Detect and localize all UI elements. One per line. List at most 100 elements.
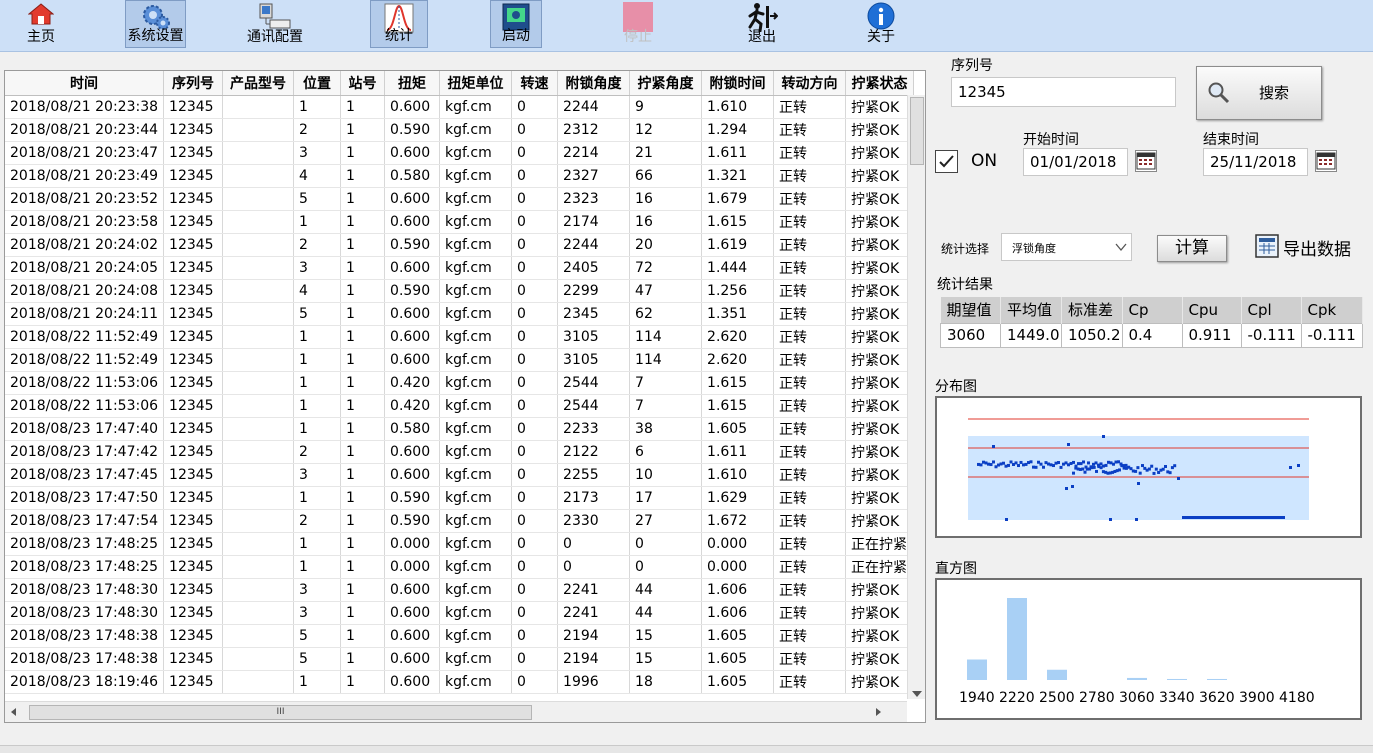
table-row[interactable]: 2018/08/22 11:53:06 12345 1 1 0.420 kgf.cm 0 25… bbox=[5, 371, 915, 395]
table-cell: 正转 bbox=[773, 624, 847, 648]
scroll-right-arrow-icon[interactable] bbox=[876, 708, 881, 716]
table-row[interactable]: 2018/08/21 20:23:44 12345 2 1 0.590 kgf.cm 0 23… bbox=[5, 118, 915, 142]
serial-number-label: 序列号 bbox=[951, 58, 993, 74]
scroll-left-arrow-icon[interactable] bbox=[11, 708, 16, 716]
table-row[interactable]: 2018/08/23 18:19:46 12345 1 1 0.600 kgf.cm 0 19… bbox=[5, 670, 915, 694]
table-cell: 0.580 bbox=[384, 417, 441, 441]
table-cell: 1 bbox=[340, 325, 386, 349]
table-cell: 正转 bbox=[773, 509, 847, 533]
table-row[interactable]: 2018/08/23 17:47:40 12345 1 1 0.580 kgf.cm 0 22… bbox=[5, 417, 915, 441]
table-cell: 2544 bbox=[557, 371, 631, 395]
data-point bbox=[1005, 518, 1008, 521]
table-cell: 2018/08/23 17:48:25 bbox=[5, 555, 165, 579]
table-cell: kgf.cm bbox=[439, 302, 513, 326]
table-row[interactable]: 2018/08/23 17:47:54 12345 2 1 0.590 kgf.cm 0 23… bbox=[5, 509, 915, 533]
table-row[interactable]: 2018/08/22 11:53:06 12345 1 1 0.420 kgf.cm 0 25… bbox=[5, 394, 915, 418]
table-cell: 1 bbox=[293, 417, 342, 441]
table-cell: kgf.cm bbox=[439, 210, 513, 234]
table-cell: 1 bbox=[340, 647, 386, 671]
table-row[interactable]: 2018/08/21 20:23:49 12345 4 1 0.580 kgf.cm 0 23… bbox=[5, 164, 915, 188]
home-button[interactable]: 主页 bbox=[12, 0, 70, 48]
horizontal-scrollbar[interactable]: III bbox=[5, 701, 907, 722]
column-header[interactable]: 拧紧角度 bbox=[629, 71, 703, 96]
table-cell: 1 bbox=[340, 164, 386, 188]
start-time-input[interactable]: 01/01/2018 bbox=[1023, 148, 1128, 176]
column-header[interactable]: 附锁时间 bbox=[701, 71, 775, 96]
on-checkbox[interactable] bbox=[935, 150, 958, 173]
table-cell: 1.619 bbox=[701, 233, 775, 257]
table-cell: 0 bbox=[511, 164, 559, 188]
table-cell: 拧紧OK bbox=[845, 670, 915, 694]
comm-config-button[interactable]: 通讯配置 bbox=[243, 0, 307, 48]
table-row[interactable]: 2018/08/23 17:48:25 12345 1 1 0.000 kgf.cm 0 0 0… bbox=[5, 532, 915, 556]
column-header[interactable]: 转动方向 bbox=[773, 71, 847, 96]
start-button[interactable]: 启动 bbox=[490, 0, 542, 48]
table-row[interactable]: 2018/08/22 11:52:49 12345 1 1 0.600 kgf.cm 0 31… bbox=[5, 348, 915, 372]
column-header[interactable]: 附锁角度 bbox=[557, 71, 631, 96]
table-cell bbox=[222, 486, 295, 510]
table-row[interactable]: 2018/08/23 17:48:38 12345 5 1 0.600 kgf.cm 0 21… bbox=[5, 624, 915, 648]
table-row[interactable]: 2018/08/22 11:52:49 12345 1 1 0.600 kgf.cm 0 31… bbox=[5, 325, 915, 349]
end-date-picker-button[interactable] bbox=[1315, 150, 1337, 172]
table-row[interactable]: 2018/08/23 17:47:45 12345 3 1 0.600 kgf.cm 0 22… bbox=[5, 463, 915, 487]
column-header[interactable]: 产品型号 bbox=[222, 71, 295, 96]
stop-button[interactable]: 停止 bbox=[612, 0, 664, 48]
column-header[interactable]: 站号 bbox=[340, 71, 386, 96]
table-cell: 0.600 bbox=[384, 624, 441, 648]
table-cell: 2018/08/21 20:24:05 bbox=[5, 256, 165, 280]
table-row[interactable]: 2018/08/21 20:24:05 12345 3 1 0.600 kgf.cm 0 24… bbox=[5, 256, 915, 280]
table-cell: 12345 bbox=[163, 463, 224, 487]
column-header[interactable]: 位置 bbox=[293, 71, 342, 96]
table-cell bbox=[222, 233, 295, 257]
table-row[interactable]: 2018/08/23 17:48:30 12345 3 1 0.600 kgf.cm 0 22… bbox=[5, 578, 915, 602]
end-time-input[interactable]: 25/11/2018 bbox=[1203, 148, 1308, 176]
table-row[interactable]: 2018/08/21 20:23:52 12345 5 1 0.600 kgf.cm 0 23… bbox=[5, 187, 915, 211]
system-settings-label: 系统设置 bbox=[127, 28, 184, 44]
column-header[interactable]: 扭矩 bbox=[384, 71, 441, 96]
column-header[interactable]: 转速 bbox=[511, 71, 559, 96]
table-row[interactable]: 2018/08/21 20:24:02 12345 2 1 0.590 kgf.cm 0 22… bbox=[5, 233, 915, 257]
column-header[interactable]: 拧紧状态 bbox=[845, 71, 915, 96]
statistics-button[interactable]: 统计 bbox=[370, 0, 428, 48]
table-cell: 1 bbox=[293, 555, 342, 579]
about-button[interactable]: 关于 bbox=[852, 0, 910, 48]
table-cell: kgf.cm bbox=[439, 118, 513, 142]
serial-number-input[interactable]: 12345 bbox=[951, 77, 1176, 107]
table-row[interactable]: 2018/08/21 20:24:08 12345 4 1 0.590 kgf.cm 0 22… bbox=[5, 279, 915, 303]
start-date-picker-button[interactable] bbox=[1135, 150, 1157, 172]
table-cell: 正在拧紧 bbox=[845, 555, 915, 579]
table-cell: 7 bbox=[629, 371, 703, 395]
table-cell: 0 bbox=[511, 141, 559, 165]
vertical-scroll-thumb[interactable] bbox=[910, 97, 924, 165]
scroll-down-arrow-icon[interactable] bbox=[912, 691, 922, 697]
system-settings-button[interactable]: 系统设置 bbox=[125, 0, 186, 48]
table-cell: 12345 bbox=[163, 417, 224, 441]
table-row[interactable]: 2018/08/21 20:23:58 12345 1 1 0.600 kgf.cm 0 21… bbox=[5, 210, 915, 234]
export-data-button[interactable]: 导出数据 bbox=[1255, 233, 1365, 261]
column-header[interactable]: 序列号 bbox=[163, 71, 224, 96]
vertical-scrollbar[interactable] bbox=[907, 95, 925, 699]
table-row[interactable]: 2018/08/23 17:48:30 12345 3 1 0.600 kgf.cm 0 22… bbox=[5, 601, 915, 625]
exit-button[interactable]: 退出 bbox=[735, 0, 789, 48]
table-row[interactable]: 2018/08/23 17:48:25 12345 1 1 0.000 kgf.cm 0 0 0… bbox=[5, 555, 915, 579]
table-cell: 5 bbox=[293, 647, 342, 671]
table-cell: 12345 bbox=[163, 670, 224, 694]
table-cell: kgf.cm bbox=[439, 532, 513, 556]
table-cell: 正转 bbox=[773, 394, 847, 418]
table-row[interactable]: 2018/08/21 20:23:47 12345 3 1 0.600 kgf.cm 0 22… bbox=[5, 141, 915, 165]
table-cell: 正转 bbox=[773, 325, 847, 349]
search-button[interactable]: 搜索 bbox=[1196, 66, 1322, 120]
table-row[interactable]: 2018/08/23 17:47:50 12345 1 1 0.590 kgf.cm 0 21… bbox=[5, 486, 915, 510]
table-row[interactable]: 2018/08/23 17:47:42 12345 2 1 0.600 kgf.cm 0 21… bbox=[5, 440, 915, 464]
table-row[interactable]: 2018/08/21 20:24:11 12345 5 1 0.600 kgf.cm 0 23… bbox=[5, 302, 915, 326]
stat-select-dropdown[interactable]: 浮锁角度 bbox=[1001, 233, 1132, 261]
column-header[interactable]: 时间 bbox=[5, 71, 165, 96]
table-cell: 62 bbox=[629, 302, 703, 326]
table-row[interactable]: 2018/08/23 17:48:38 12345 5 1 0.600 kgf.cm 0 21… bbox=[5, 647, 915, 671]
table-cell: 0.600 bbox=[384, 440, 441, 464]
horizontal-scroll-thumb[interactable]: III bbox=[29, 705, 532, 720]
table-cell: 12345 bbox=[163, 210, 224, 234]
table-row[interactable]: 2018/08/21 20:23:38 12345 1 1 0.600 kgf.cm 0 22… bbox=[5, 95, 915, 119]
calculate-button[interactable]: 计算 bbox=[1157, 235, 1227, 262]
column-header[interactable]: 扭矩单位 bbox=[439, 71, 513, 96]
